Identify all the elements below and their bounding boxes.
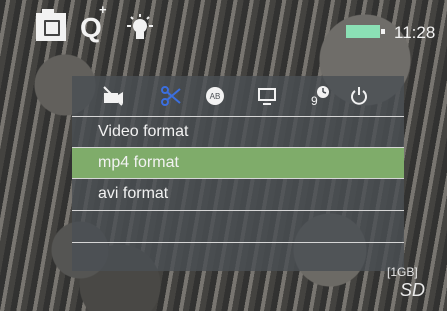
selected-scissors-icon[interactable] — [160, 85, 182, 106]
camera-icon[interactable] — [36, 9, 66, 41]
battery-icon — [346, 25, 385, 38]
menu-panel: AB 9 Video format mp4 format avi format — [72, 76, 404, 271]
camera-screen: Q + 11:28 AB 9 Video format mp4 format a… — [0, 0, 447, 311]
timer-icon-digit: 9 — [311, 94, 318, 108]
menu-divider — [72, 242, 404, 243]
storage-capacity: [1GB] — [387, 265, 418, 279]
timer-icon[interactable]: 9 — [308, 85, 330, 108]
menu-item-mp4[interactable]: mp4 format — [72, 148, 404, 178]
language-icon-text: AB — [210, 92, 221, 101]
top-status-bar: Q + 11:28 — [0, 0, 447, 52]
clock: 11:28 — [394, 23, 436, 42]
light-bulb-icon[interactable] — [123, 13, 157, 45]
zoom-in-icon[interactable]: Q + — [80, 3, 108, 45]
sd-card-indicator: SD — [400, 280, 426, 300]
menu-title: Video format — [98, 123, 189, 140]
menu-item-avi[interactable]: avi format — [72, 179, 404, 209]
tv-output-icon[interactable] — [256, 85, 278, 105]
language-icon[interactable]: AB — [204, 85, 226, 105]
menu-icon-row: AB 9 — [72, 76, 404, 116]
video-settings-icon[interactable] — [102, 85, 124, 106]
menu-divider — [72, 210, 404, 211]
power-icon[interactable] — [348, 85, 370, 105]
